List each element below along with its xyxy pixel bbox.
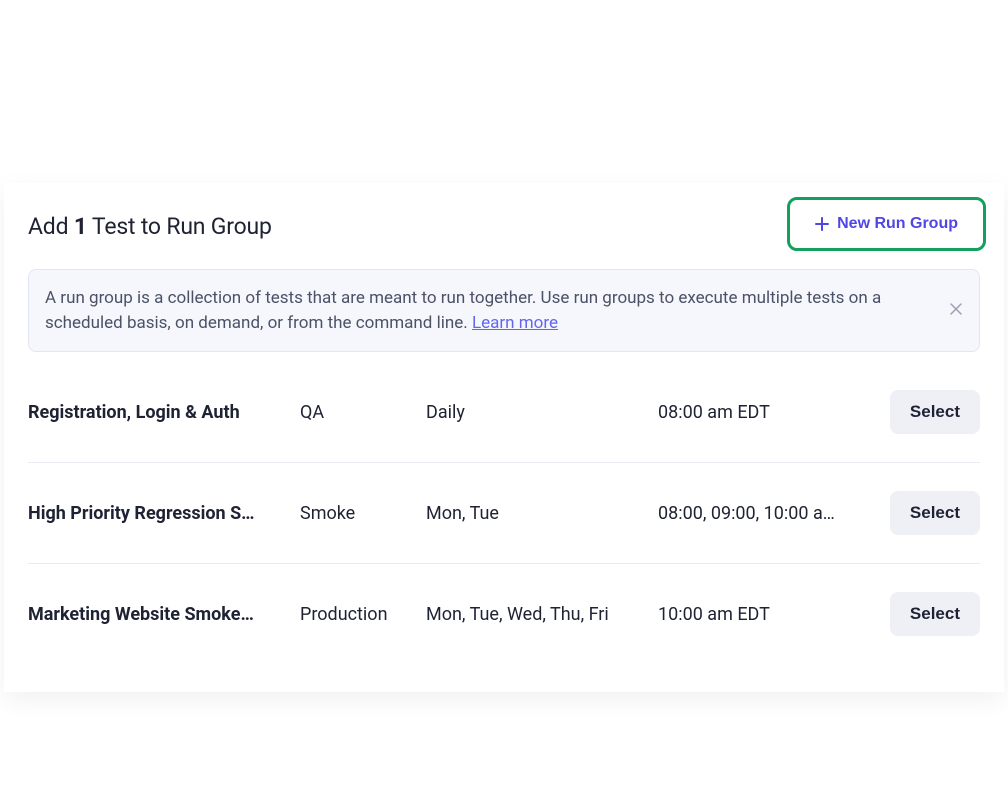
table-row: Registration, Login & Auth QA Daily 08:0…: [28, 362, 980, 463]
run-group-panel: Add 1 Test to Run Group New Run Group A …: [4, 183, 1004, 692]
select-button[interactable]: Select: [890, 491, 980, 535]
banner-text: A run group is a collection of tests tha…: [45, 288, 881, 333]
run-group-list: Registration, Login & Auth QA Daily 08:0…: [4, 362, 1004, 664]
table-row: High Priority Regression S… Smoke Mon, T…: [28, 463, 980, 564]
row-environment: Smoke: [300, 503, 426, 524]
row-environment: Production: [300, 604, 426, 625]
new-run-group-label: New Run Group: [837, 215, 958, 233]
close-icon: [949, 302, 963, 319]
select-button[interactable]: Select: [890, 592, 980, 636]
learn-more-link[interactable]: Learn more: [472, 313, 558, 333]
row-days: Mon, Tue, Wed, Thu, Fri: [426, 604, 658, 625]
row-time: 08:00 am EDT: [658, 402, 890, 423]
plus-icon: [815, 217, 829, 231]
table-row: Marketing Website Smoke… Production Mon,…: [28, 564, 980, 664]
new-run-group-button[interactable]: New Run Group: [793, 203, 980, 245]
title-suffix: Test to Run Group: [87, 213, 272, 240]
row-days: Mon, Tue: [426, 503, 658, 524]
panel-header: Add 1 Test to Run Group New Run Group: [4, 183, 1004, 269]
new-run-group-highlight: New Run Group: [787, 197, 986, 251]
row-name: Registration, Login & Auth: [28, 402, 300, 423]
select-button[interactable]: Select: [890, 390, 980, 434]
row-action: Select: [890, 592, 980, 636]
row-name: Marketing Website Smoke…: [28, 604, 300, 625]
title-prefix: Add: [28, 213, 74, 240]
info-banner: A run group is a collection of tests tha…: [28, 269, 980, 352]
row-environment: QA: [300, 402, 426, 423]
close-banner-button[interactable]: [947, 302, 965, 320]
row-action: Select: [890, 491, 980, 535]
title-count: 1: [74, 213, 87, 240]
row-days: Daily: [426, 402, 658, 423]
info-banner-text: A run group is a collection of tests tha…: [45, 286, 931, 335]
page-title: Add 1 Test to Run Group: [28, 213, 272, 240]
row-action: Select: [890, 390, 980, 434]
row-time: 10:00 am EDT: [658, 604, 890, 625]
row-name: High Priority Regression S…: [28, 503, 300, 524]
row-time: 08:00, 09:00, 10:00 a…: [658, 503, 890, 524]
